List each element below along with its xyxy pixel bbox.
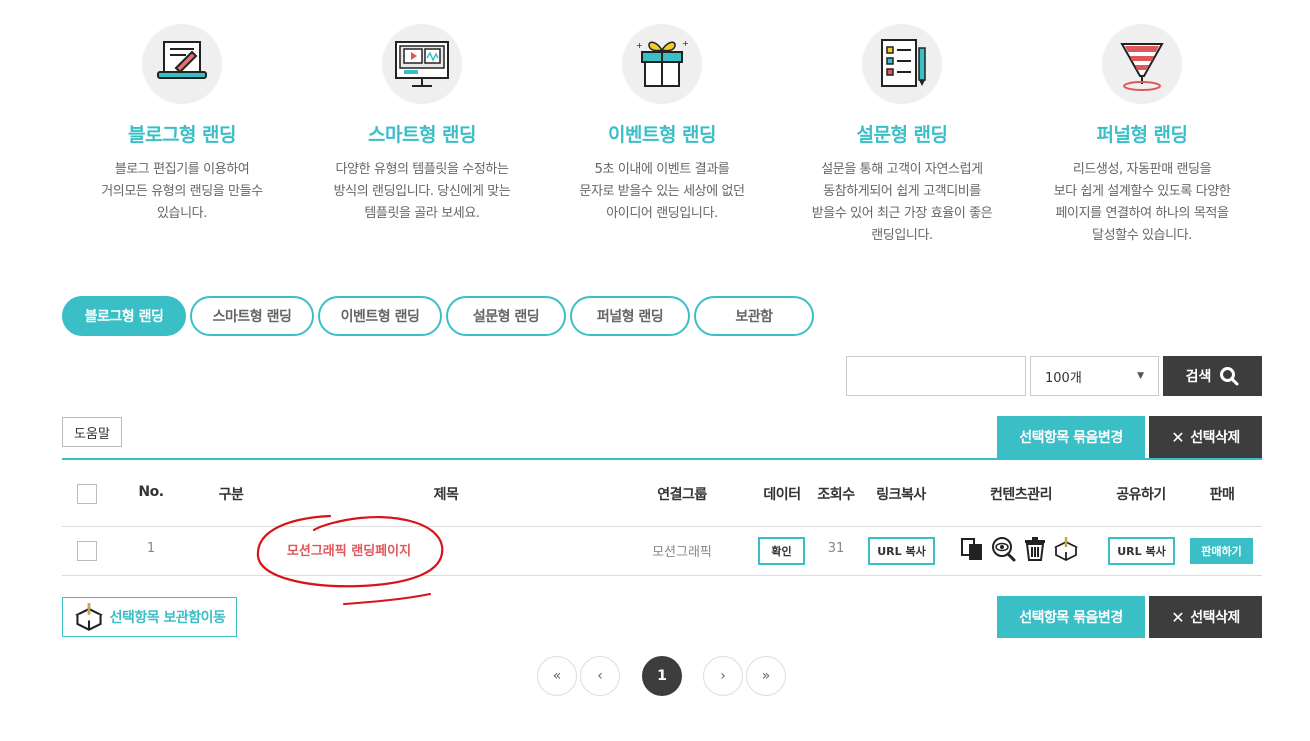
page-last-button[interactable]: » [746, 656, 786, 696]
feature-title: 이벤트형 랜딩 [608, 124, 717, 146]
search-icon [1220, 367, 1239, 386]
bulk-change-button-bottom[interactable]: 선택항목 묶음변경 [997, 596, 1145, 638]
row-checkbox[interactable] [77, 541, 97, 561]
tab-funnel[interactable]: 퍼널형 랜딩 [570, 296, 690, 336]
caret-down-icon: ▼ [1137, 371, 1144, 381]
header-sell: 판매 [1209, 487, 1235, 503]
select-all-checkbox[interactable] [77, 484, 97, 504]
feature-desc: 블로그 편집기를 이용하여 거의모든 유형의 랜딩을 만들수 있습니다. [101, 162, 263, 221]
delete-selected-label: 선택삭제 [1190, 430, 1240, 446]
row-title-link[interactable]: 모션그래픽 랜딩페이지 [287, 540, 411, 559]
delete-selected-button-bottom[interactable]: ✕ 선택삭제 [1149, 596, 1262, 638]
archive-box-icon[interactable] [1053, 536, 1079, 562]
header-divider [62, 526, 1262, 527]
row-divider [62, 575, 1262, 576]
search-button[interactable]: 검색 [1163, 356, 1262, 396]
feature-funnel: 퍼널형 랜딩 리드생성, 자동판매 랜딩을 보다 쉽게 설계할수 있도록 다양한… [1022, 20, 1262, 247]
feature-title: 퍼널형 랜딩 [1096, 124, 1188, 146]
feature-desc: 5초 이내에 이벤트 결과를 문자로 받을수 있는 세상에 없던 아이디어 랜딩… [579, 162, 745, 221]
feature-desc: 설문을 통해 고객이 자연스럽게 동참하게되어 쉽게 고객디비를 받을수 있어 … [811, 162, 993, 243]
survey-checklist-icon [862, 24, 942, 104]
delete-selected-label: 선택삭제 [1190, 610, 1240, 626]
preview-icon[interactable] [991, 536, 1017, 562]
page-current[interactable]: 1 [642, 656, 682, 696]
delete-selected-button-top[interactable]: ✕ 선택삭제 [1149, 416, 1262, 458]
search-button-label: 검색 [1185, 369, 1212, 385]
header-link-copy: 링크복사 [876, 487, 926, 503]
feature-desc: 다양한 유형의 템플릿을 수정하는 방식의 랜딩입니다. 당신에게 맞는 템플릿… [333, 162, 511, 221]
tab-survey[interactable]: 설문형 랜딩 [446, 296, 566, 336]
header-no: No. [138, 484, 164, 500]
feature-title: 스마트형 랜딩 [368, 124, 477, 146]
monitor-template-icon [382, 24, 462, 104]
blog-editor-icon [142, 24, 222, 104]
tab-blog[interactable]: 블로그형 랜딩 [62, 296, 186, 336]
close-icon: ✕ [1171, 427, 1185, 447]
header-data: 데이터 [763, 487, 801, 503]
share-url-copy-button[interactable]: URL 복사 [1108, 537, 1175, 565]
header-share: 공유하기 [1116, 487, 1166, 503]
page-next-button[interactable]: › [703, 656, 743, 696]
bulk-change-button-top[interactable]: 선택항목 묶음변경 [997, 416, 1145, 458]
feature-title: 블로그형 랜딩 [128, 124, 237, 146]
feature-desc: 리드생성, 자동판매 랜딩을 보다 쉽게 설계할수 있도록 다양한 페이지를 연… [1053, 162, 1231, 243]
tab-event[interactable]: 이벤트형 랜딩 [318, 296, 442, 336]
header-views: 조회수 [817, 487, 855, 503]
feature-smart: 스마트형 랜딩 다양한 유형의 템플릿을 수정하는 방식의 랜딩입니다. 당신에… [302, 20, 542, 225]
feature-survey: 설문형 랜딩 설문을 통해 고객이 자연스럽게 동참하게되어 쉽게 고객디비를 … [782, 20, 1022, 247]
feature-section: 블로그형 랜딩 블로그 편집기를 이용하여 거의모든 유형의 랜딩을 만들수 있… [62, 20, 1262, 270]
row-views: 31 [827, 541, 845, 556]
help-button[interactable]: 도움말 [62, 417, 122, 447]
tab-storage[interactable]: 보관함 [694, 296, 814, 336]
row-group: 모션그래픽 [652, 545, 712, 560]
header-category: 구분 [218, 487, 244, 503]
tab-smart[interactable]: 스마트형 랜딩 [190, 296, 314, 336]
move-to-storage-button[interactable]: 선택항목 보관함이동 [62, 597, 237, 637]
page-first-button[interactable]: « [537, 656, 577, 696]
header-content-manage: 컨텐츠관리 [990, 487, 1052, 503]
gift-box-icon: + + [622, 24, 702, 104]
archive-box-icon [74, 603, 103, 631]
page-size-value: 100개 [1045, 370, 1082, 386]
page-size-select[interactable]: 100개 ▼ [1030, 356, 1159, 396]
header-group: 연결그룹 [657, 487, 707, 503]
table-top-border [62, 458, 1262, 460]
sell-button[interactable]: 판매하기 [1190, 538, 1253, 564]
header-title: 제목 [433, 487, 459, 503]
move-to-storage-label: 선택항목 보관함이동 [109, 610, 226, 626]
close-icon: ✕ [1171, 607, 1185, 627]
funnel-icon [1102, 24, 1182, 104]
page-prev-button[interactable]: ‹ [580, 656, 620, 696]
copy-icon[interactable] [959, 536, 985, 562]
trash-icon[interactable] [1022, 536, 1048, 562]
feature-title: 설문형 랜딩 [856, 124, 948, 146]
link-copy-button[interactable]: URL 복사 [868, 537, 935, 565]
feature-event: + + 이벤트형 랜딩 5초 이내에 이벤트 결과를 문자로 받을수 있는 세상… [542, 20, 782, 225]
search-input[interactable] [846, 356, 1026, 396]
row-no: 1 [146, 541, 156, 556]
svg-text:+: + [636, 41, 643, 50]
svg-text:+: + [682, 39, 689, 48]
data-confirm-button[interactable]: 확인 [758, 537, 805, 565]
feature-blog: 블로그형 랜딩 블로그 편집기를 이용하여 거의모든 유형의 랜딩을 만들수 있… [62, 20, 302, 225]
